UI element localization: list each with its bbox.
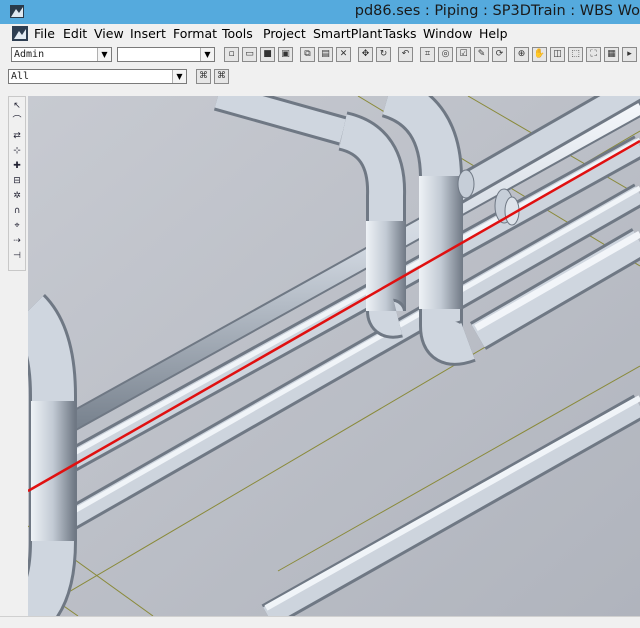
title-bar: pd86.ses : Piping : SP3DTrain : WBS Wo: [0, 0, 640, 24]
menu-file[interactable]: File: [34, 26, 55, 41]
place-nozzle-icon[interactable]: ⊹: [11, 145, 23, 157]
place-tag-icon[interactable]: ⊣: [11, 250, 23, 262]
menu-edit[interactable]: Edit: [63, 26, 87, 41]
main-toolbar: Admin ▼ ▼ ▫ ▭ ■ ▣ ⧉ ▤ ✕ ✥ ↻ ↶ ⌗ ◎ ☑ ✎ ⟳ …: [0, 44, 640, 67]
menu-tasks[interactable]: Tasks: [383, 26, 417, 41]
locate-filter-combo[interactable]: All ▼: [8, 69, 187, 84]
menu-help[interactable]: Help: [479, 26, 508, 41]
place-elbow-icon[interactable]: ∩: [11, 205, 23, 217]
insert-component-icon[interactable]: ⇄: [11, 130, 23, 142]
menu-format[interactable]: Format: [173, 26, 217, 41]
menu-insert[interactable]: Insert: [130, 26, 166, 41]
session-document-icon[interactable]: [12, 26, 28, 41]
status-bar: [0, 616, 640, 628]
locate-filter-toolbar: All ▼ ⌘ ⌘: [0, 66, 640, 88]
save-icon[interactable]: ■: [260, 47, 275, 62]
pan-icon[interactable]: ✋: [532, 47, 547, 62]
inspect-icon[interactable]: ◎: [438, 47, 453, 62]
more-icon[interactable]: ▸: [622, 47, 637, 62]
menu-bar: File Edit View Insert Format Tools Proje…: [0, 24, 640, 44]
app-icon: [10, 5, 24, 18]
new-icon[interactable]: ▫: [224, 47, 239, 62]
tap-icon[interactable]: ⇢: [11, 235, 23, 247]
refresh-icon[interactable]: ⟳: [492, 47, 507, 62]
print-icon[interactable]: ▣: [278, 47, 293, 62]
connect-icon[interactable]: ✚: [11, 160, 23, 172]
select-icon[interactable]: ↖: [11, 100, 23, 112]
graphic-view[interactable]: [28, 96, 640, 616]
filter-combo[interactable]: ▼: [117, 47, 215, 62]
render-icon[interactable]: ⛶: [586, 47, 601, 62]
menu-project[interactable]: Project: [263, 26, 306, 41]
piping-task-toolbar: ↖ ⌒ ⇄ ⊹ ✚ ⊟ ✲ ∩ ⌖ ⇢ ⊣: [8, 96, 26, 271]
menu-smartplant[interactable]: SmartPlant: [313, 26, 382, 41]
zoom-icon[interactable]: ⊕: [514, 47, 529, 62]
menu-view[interactable]: View: [94, 26, 124, 41]
rotate-icon[interactable]: ↻: [376, 47, 391, 62]
select-run-icon[interactable]: ⌖: [11, 220, 23, 232]
properties-icon[interactable]: ☑: [456, 47, 471, 62]
window-title: pd86.ses : Piping : SP3DTrain : WBS Wo: [354, 3, 640, 19]
delete-icon[interactable]: ✕: [336, 47, 351, 62]
clip-icon[interactable]: ⬚: [568, 47, 583, 62]
chevron-down-icon[interactable]: ▼: [200, 48, 214, 61]
filter-icon[interactable]: ✎: [474, 47, 489, 62]
piping-3d-scene[interactable]: [28, 96, 640, 616]
route-pipe-icon[interactable]: ⌒: [11, 115, 23, 127]
copy-icon[interactable]: ⧉: [300, 47, 315, 62]
menu-tools[interactable]: Tools: [222, 26, 253, 41]
open-icon[interactable]: ▭: [242, 47, 257, 62]
select-by-filter-icon[interactable]: ⌘: [196, 69, 211, 84]
chevron-down-icon[interactable]: ▼: [172, 70, 186, 83]
view-icon[interactable]: ◫: [550, 47, 565, 62]
paste-icon[interactable]: ▤: [318, 47, 333, 62]
chevron-down-icon[interactable]: ▼: [97, 48, 111, 61]
locate-filter-value: All: [11, 71, 30, 82]
insert-split-icon[interactable]: ✲: [11, 190, 23, 202]
move-icon[interactable]: ✥: [358, 47, 373, 62]
permission-group-combo[interactable]: Admin ▼: [11, 47, 112, 62]
measure-icon[interactable]: ⌗: [420, 47, 435, 62]
undo-icon[interactable]: ↶: [398, 47, 413, 62]
place-support-icon[interactable]: ⊟: [11, 175, 23, 187]
select-all-icon[interactable]: ⌘: [214, 69, 229, 84]
permission-group-value: Admin: [14, 49, 45, 60]
grid-icon[interactable]: ▦: [604, 47, 619, 62]
menu-window[interactable]: Window: [423, 26, 472, 41]
